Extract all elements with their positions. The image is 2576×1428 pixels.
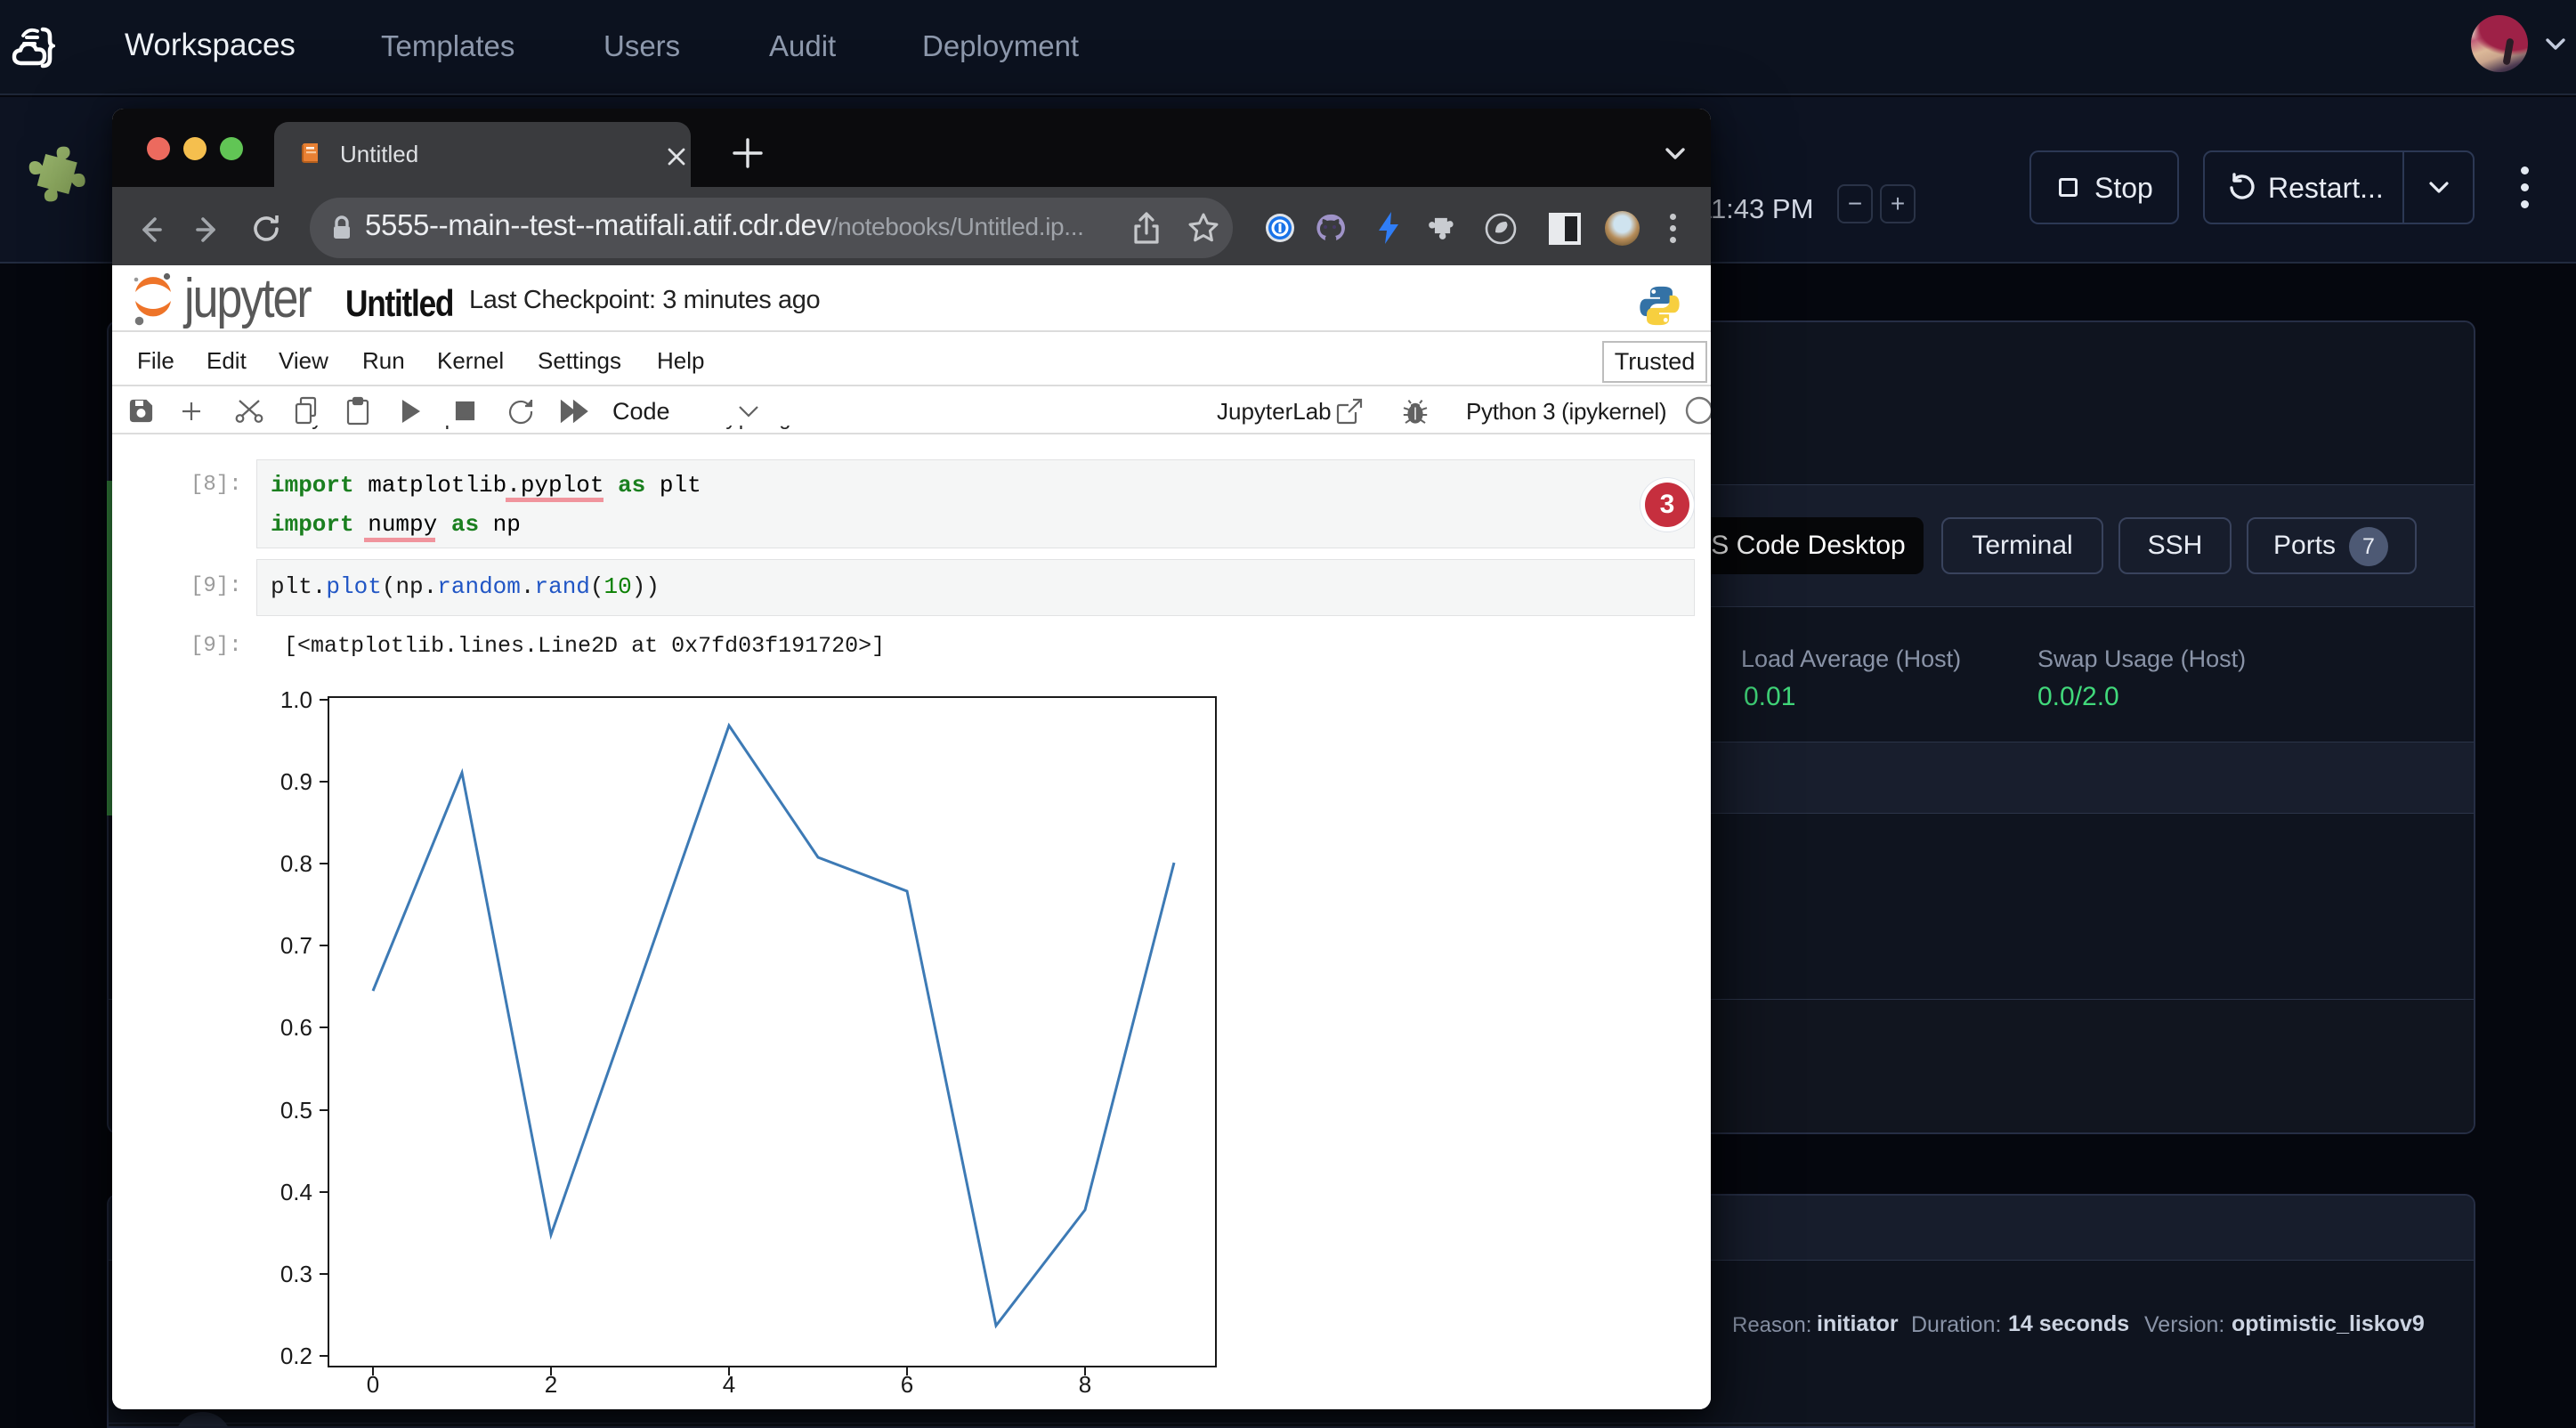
svg-text:0.2: 0.2 (280, 1343, 312, 1369)
svg-text:JupyterLab: JupyterLab (1217, 398, 1332, 425)
svg-text:Code: Code (612, 398, 670, 425)
svg-text:0.7: 0.7 (280, 932, 312, 959)
svg-text:1.0: 1.0 (280, 686, 312, 713)
svg-text:0.4: 0.4 (280, 1179, 312, 1205)
svg-text:4: 4 (723, 1371, 735, 1398)
svg-text:0.8: 0.8 (280, 850, 312, 877)
svg-text:Python 3 (ipykernel): Python 3 (ipykernel) (1466, 398, 1666, 425)
svg-text:0.9: 0.9 (280, 768, 312, 795)
svg-text:6: 6 (901, 1371, 913, 1398)
svg-text:8: 8 (1079, 1371, 1091, 1398)
svg-text:0: 0 (367, 1371, 379, 1398)
svg-text:0.5: 0.5 (280, 1097, 312, 1124)
svg-text:2: 2 (545, 1371, 557, 1398)
svg-text:0.6: 0.6 (280, 1014, 312, 1041)
svg-text:0.3: 0.3 (280, 1261, 312, 1287)
